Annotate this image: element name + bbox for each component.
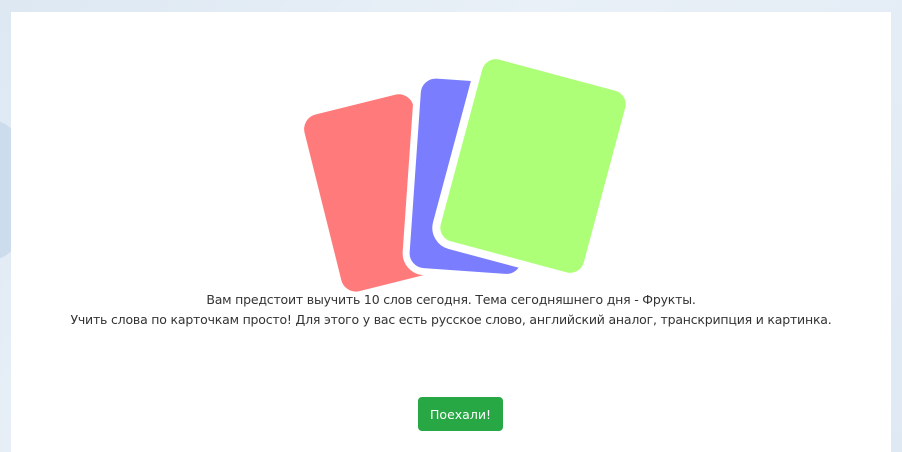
flashcards-icon (11, 12, 891, 312)
welcome-panel: Вам предстоит выучить 10 слов сегодня. Т… (11, 12, 891, 452)
start-button[interactable]: Поехали! (418, 397, 503, 431)
intro-line-words-count: Вам предстоит выучить 10 слов сегодня. Т… (206, 292, 696, 307)
intro-text: Вам предстоит выучить 10 слов сегодня. Т… (11, 290, 891, 330)
intro-line-instructions: Учить слова по карточкам просто! Для это… (70, 312, 832, 327)
